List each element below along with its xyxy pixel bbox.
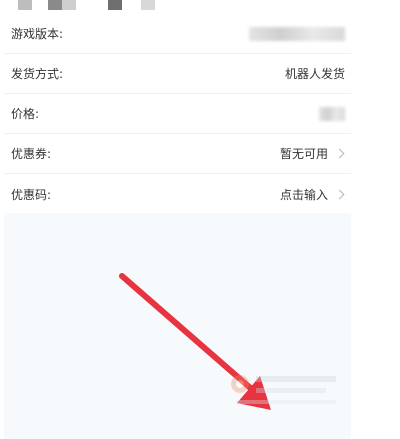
watermark-logo-icon [231, 375, 336, 404]
